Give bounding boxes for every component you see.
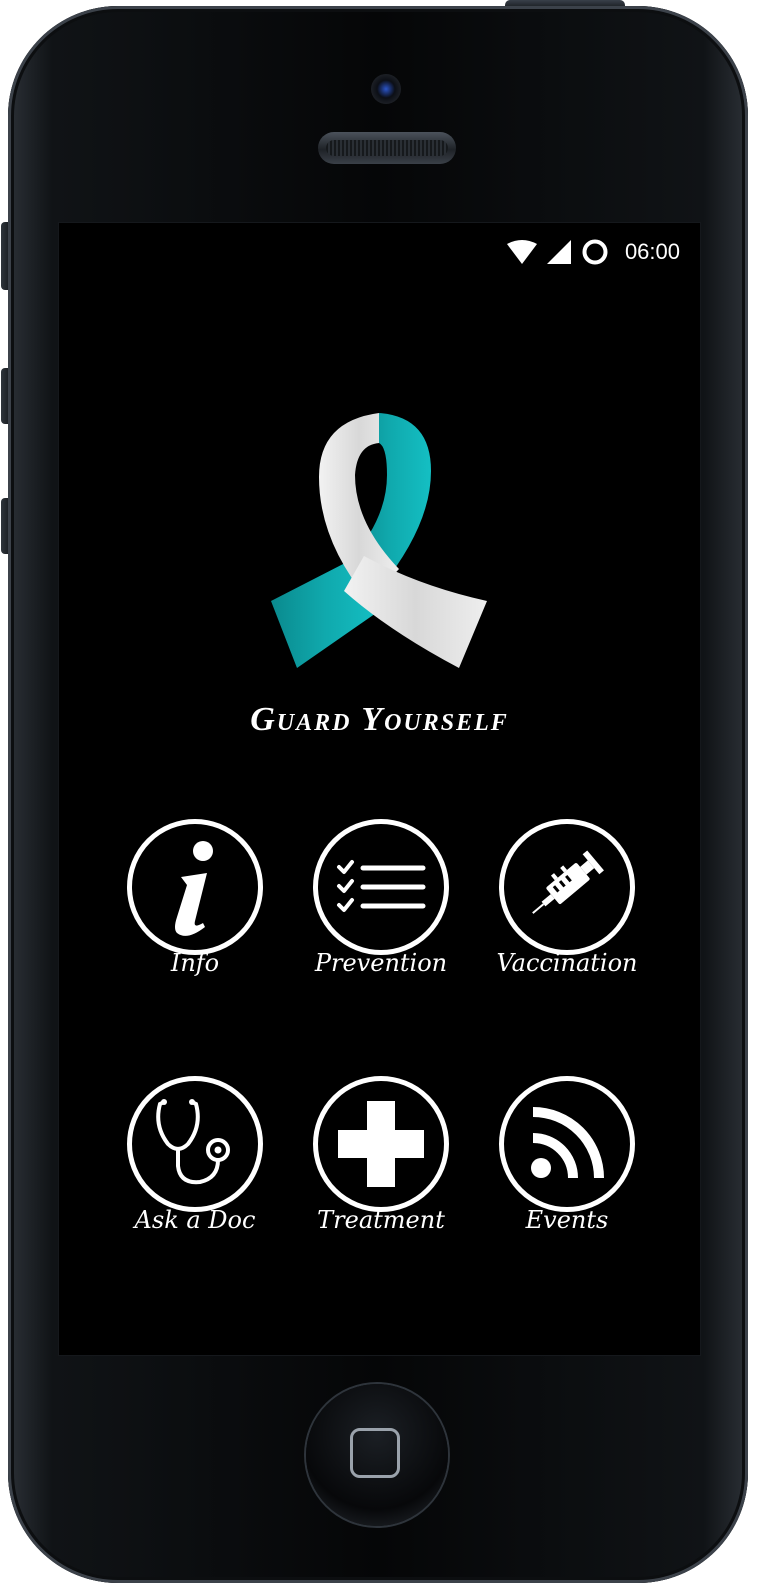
menu-circle: [313, 819, 449, 955]
earpiece-speaker: [318, 132, 456, 164]
menu-label-vaccination: Vaccination: [496, 949, 638, 977]
medical-cross-icon: [338, 1101, 424, 1187]
circle-icon: [582, 239, 608, 265]
cell-signal-icon: [546, 240, 571, 264]
rss-feed-icon: [531, 1107, 604, 1179]
front-camera: [371, 74, 401, 104]
menu-circle: [313, 1076, 449, 1212]
menu-circle: [499, 1076, 635, 1212]
menu-item-events[interactable]: Events: [471, 1076, 661, 1256]
menu-label-info: Info: [170, 949, 220, 977]
status-time: 06:00: [624, 239, 680, 264]
wifi-icon: [506, 240, 537, 264]
menu-item-info[interactable]: Info: [99, 819, 289, 999]
menu-circle: [499, 819, 635, 955]
app-title: Guard Yourself: [250, 701, 509, 738]
info-icon: [175, 841, 213, 936]
menu-item-vaccination[interactable]: Vaccination: [471, 819, 661, 999]
menu-label-events: Events: [525, 1206, 609, 1234]
menu-label-ask-a-doc: Ask a Doc: [134, 1206, 256, 1234]
menu-circle: [127, 1076, 263, 1212]
stethoscope-icon: [156, 1099, 230, 1185]
menu-circle: [127, 819, 263, 955]
home-button[interactable]: [306, 1384, 448, 1526]
menu-label-prevention: Prevention: [314, 949, 448, 977]
menu-item-treatment[interactable]: Treatment: [285, 1076, 475, 1256]
syringe-icon: [532, 850, 604, 914]
menu-item-ask-a-doc[interactable]: Ask a Doc: [99, 1076, 289, 1256]
menu-item-prevention[interactable]: Prevention: [285, 819, 475, 999]
app-screen: 06:00 Guard Yourself Info Prevention Vac…: [58, 222, 701, 1356]
awareness-ribbon-icon: [271, 413, 487, 668]
status-bar: 06:00: [506, 237, 680, 267]
menu-label-treatment: Treatment: [317, 1206, 445, 1234]
home-square-icon: [350, 1428, 400, 1478]
checklist-icon: [337, 860, 426, 912]
